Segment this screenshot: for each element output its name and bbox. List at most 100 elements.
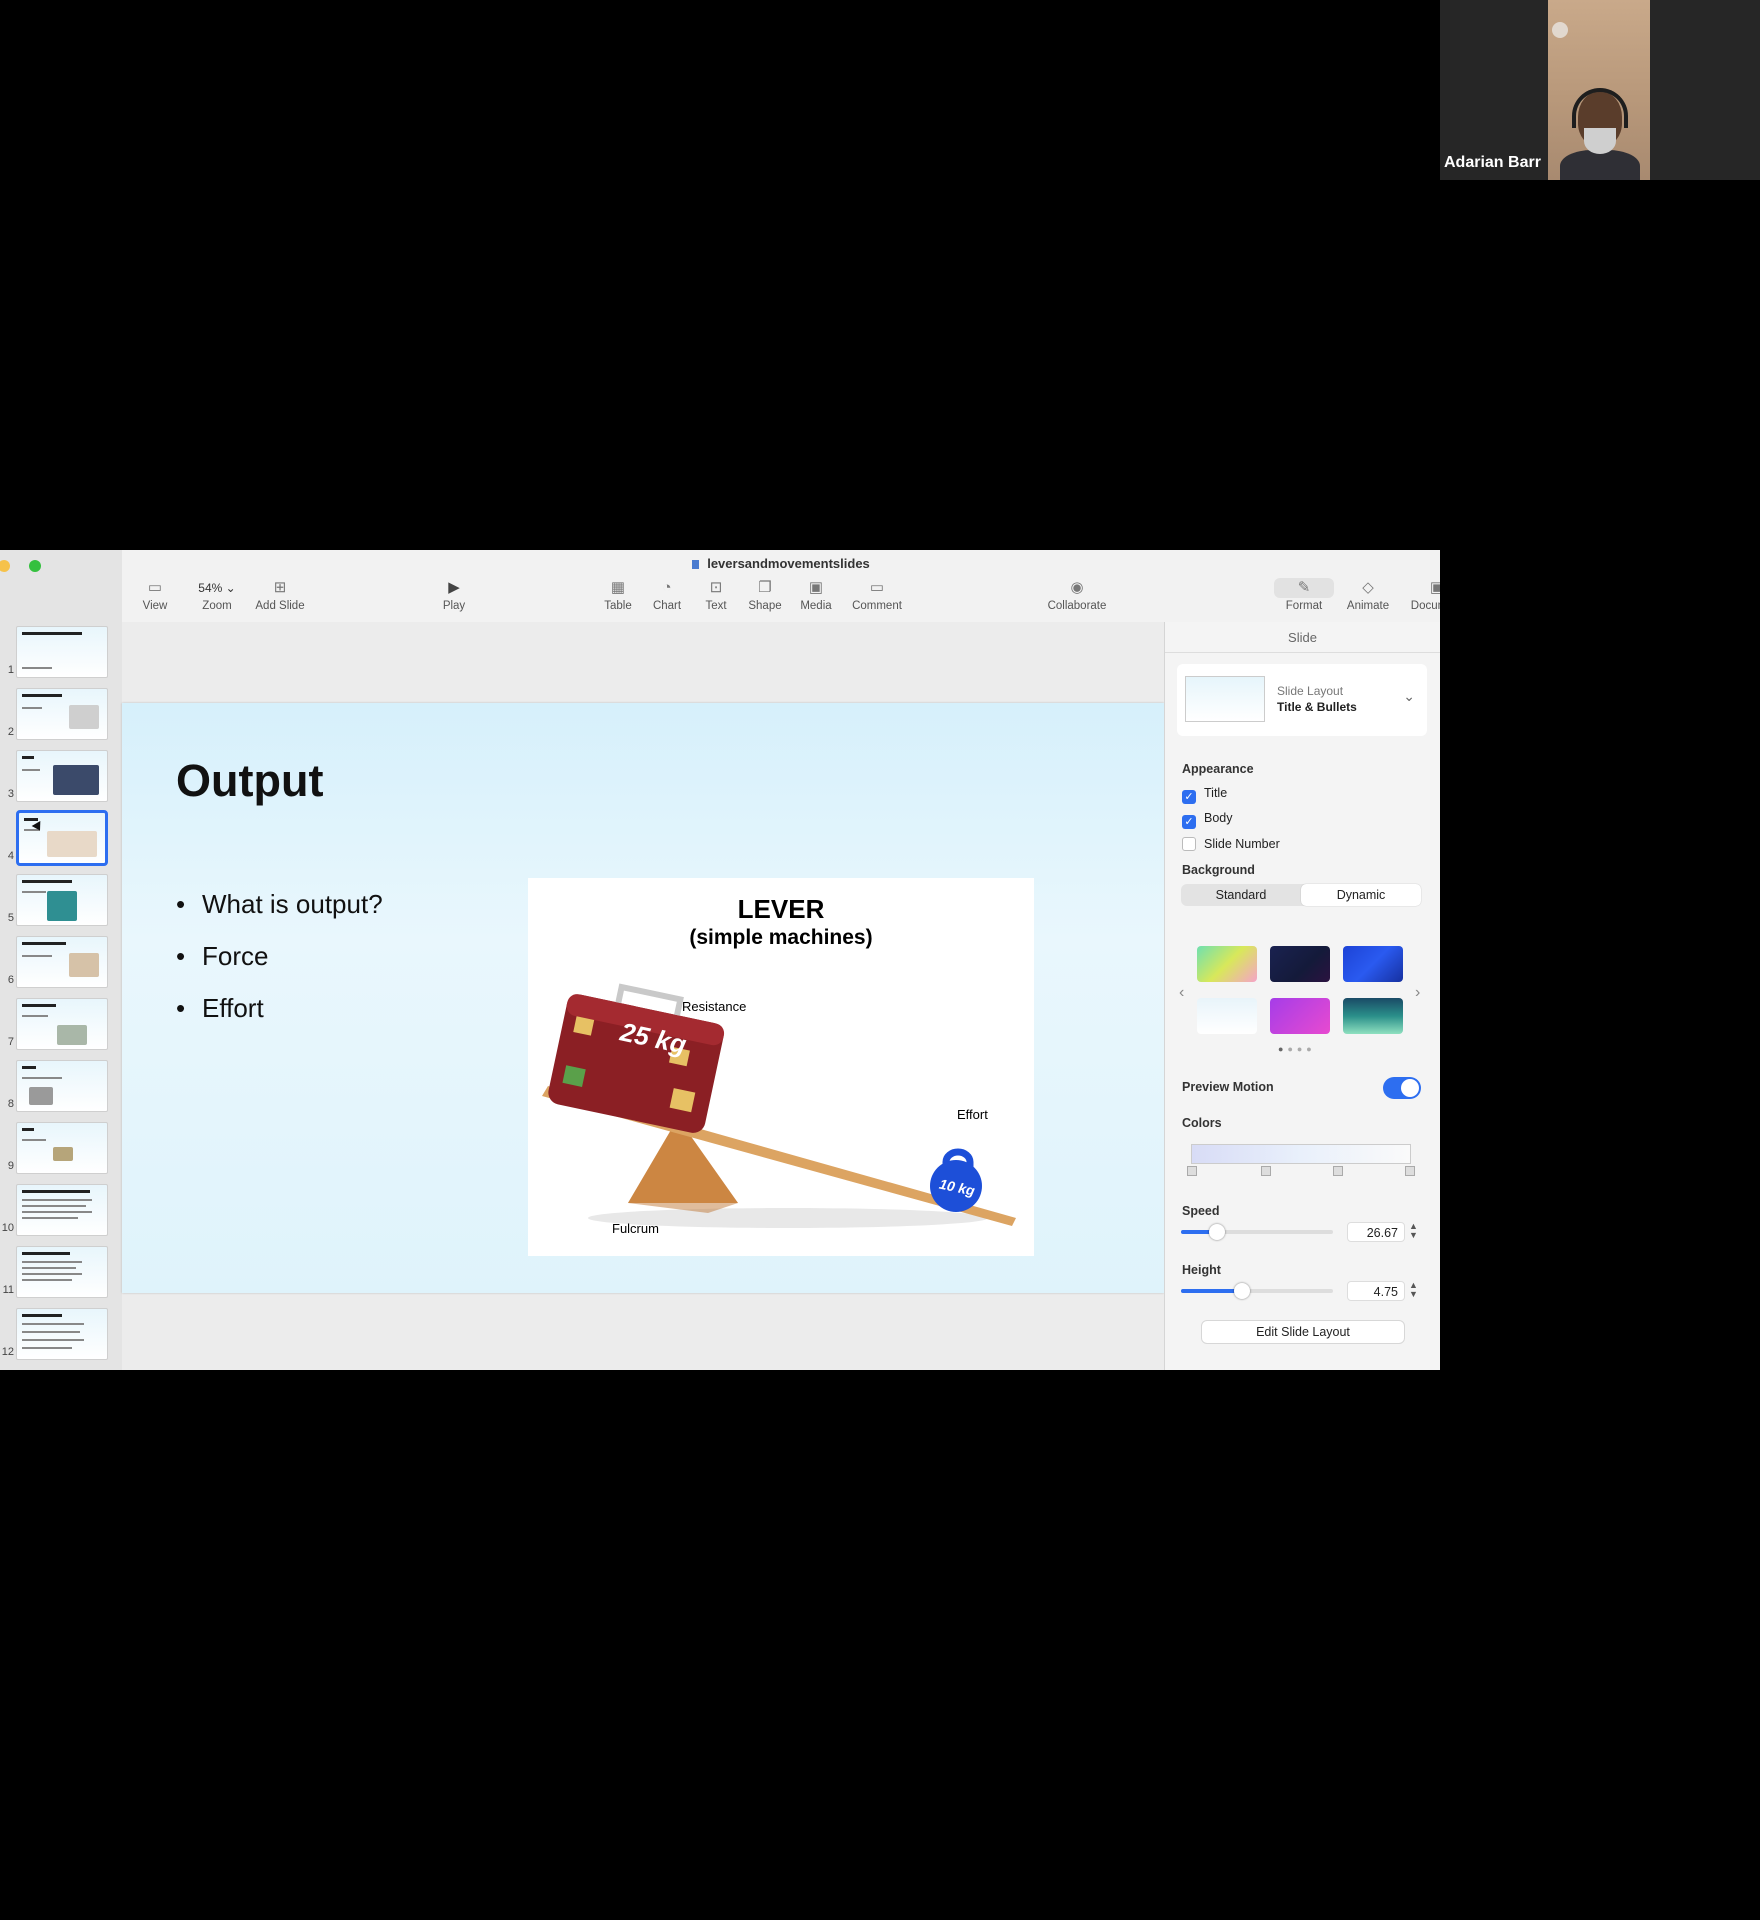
animate-button[interactable]: ◇ Animate (1335, 578, 1401, 612)
paintbrush-icon: ✎ (1274, 578, 1334, 598)
animate-label: Animate (1346, 600, 1390, 612)
slide-thumbnail[interactable] (16, 688, 108, 740)
slide-title[interactable]: Output (176, 755, 323, 807)
text-button[interactable]: ⊡ Text (691, 578, 741, 612)
chevron-right-icon[interactable]: › (1415, 984, 1420, 1002)
slide-thumbnail[interactable] (16, 936, 108, 988)
speed-field[interactable]: 26.67 (1347, 1222, 1405, 1242)
page-dots[interactable]: ●●●● (1278, 1044, 1316, 1054)
plus-square-icon: ⊞ (273, 579, 287, 596)
preview-motion-toggle[interactable] (1383, 1077, 1421, 1099)
chart-label: Chart (652, 600, 682, 612)
height-stepper[interactable]: ▲ ▼ (1409, 1281, 1418, 1299)
bullet-list[interactable]: What is output? Force Effort (176, 878, 383, 1034)
document-label: Document (1410, 600, 1440, 612)
background-mode-control: Standard Dynamic (1181, 884, 1421, 906)
slide[interactable]: Output What is output? Force Effort LEVE… (122, 703, 1164, 1293)
slide-thumbnail[interactable] (16, 1246, 108, 1298)
participant-name: Adarian Barr (1444, 154, 1541, 171)
slide-thumbnail[interactable] (16, 1122, 108, 1174)
background-swatch-4-selected[interactable] (1197, 998, 1257, 1034)
document-button[interactable]: ▣ Document (1402, 578, 1440, 612)
slide-layout-value: Title & Bullets (1277, 700, 1357, 714)
dynamic-background-option[interactable]: Dynamic (1301, 884, 1421, 906)
comment-label: Comment (852, 600, 902, 612)
slide-thumbnail[interactable] (16, 750, 108, 802)
participant-video-tile[interactable]: Adarian Barr (1440, 0, 1760, 180)
window-title-text: leversandmovementslides (707, 556, 870, 571)
gradient-stop[interactable] (1405, 1166, 1415, 1176)
collaborate-button[interactable]: ◉ Collaborate (1037, 578, 1117, 612)
slide-number: 5 (7, 912, 14, 924)
fulcrum-label: Fulcrum (612, 1221, 659, 1236)
shape-icon: ❐ (758, 579, 772, 596)
background-swatch-6[interactable] (1343, 998, 1403, 1034)
preview-motion-label: Preview Motion (1182, 1080, 1274, 1094)
background-swatch-2[interactable] (1270, 946, 1330, 982)
background-swatch-5[interactable] (1270, 998, 1330, 1034)
slide-layout-selector[interactable]: Slide Layout Title & Bullets ⌄ (1177, 664, 1427, 736)
gradient-stop[interactable] (1333, 1166, 1343, 1176)
document-file-icon (692, 560, 700, 569)
speed-slider[interactable] (1181, 1224, 1333, 1240)
image-icon: ▣ (808, 579, 824, 596)
zoom-window-button[interactable] (29, 560, 41, 572)
body-checkbox[interactable]: ✓ Body (1182, 811, 1233, 829)
play-button[interactable]: ▶ Play (421, 578, 487, 612)
participant-body (1560, 150, 1640, 180)
speed-slider-knob[interactable] (1209, 1224, 1226, 1240)
divider (1165, 652, 1440, 653)
slide-number: 11 (2, 1284, 14, 1296)
format-label: Format (1285, 600, 1323, 612)
shape-button[interactable]: ❐ Shape (740, 578, 790, 612)
slide-thumbnail[interactable] (16, 874, 108, 926)
body-checkbox-label: Body (1204, 811, 1233, 825)
height-field[interactable]: 4.75 (1347, 1281, 1405, 1301)
slide-number: 6 (7, 974, 14, 986)
toolbar: leversandmovementslides ▭ View 54% ⌄ Zoom … (122, 550, 1440, 623)
layout-thumbnail (1185, 676, 1265, 722)
standard-background-option[interactable]: Standard (1181, 884, 1301, 906)
empty-checkbox-icon (1182, 837, 1196, 851)
document-icon: ▣ (1429, 579, 1440, 596)
bullet-item: Force (176, 930, 383, 982)
checkmark-icon: ✓ (1182, 790, 1196, 804)
resistance-label: Resistance (682, 999, 746, 1014)
media-button[interactable]: ▣ Media (790, 578, 842, 612)
inspector-tab-slide[interactable]: Slide (1165, 630, 1440, 645)
color-gradient-bar[interactable] (1191, 1144, 1411, 1164)
slide-number-checkbox[interactable]: Slide Number (1182, 837, 1280, 851)
title-checkbox-label: Title (1204, 786, 1228, 800)
media-label: Media (800, 600, 832, 612)
slide-thumbnail[interactable] (16, 626, 108, 678)
slide-number: 3 (7, 788, 14, 800)
slide-thumbnail[interactable] (16, 998, 108, 1050)
diagram-heading: LEVER (738, 894, 825, 924)
format-button[interactable]: ✎ Format (1271, 578, 1337, 612)
height-slider[interactable] (1181, 1283, 1333, 1299)
chevron-left-icon[interactable]: ‹ (1179, 984, 1184, 1002)
play-label: Play (442, 600, 466, 612)
slide-thumbnail-selected[interactable] (16, 810, 108, 866)
background-swatch-1[interactable] (1197, 946, 1257, 982)
height-slider-knob[interactable] (1233, 1283, 1250, 1299)
slide-number: 8 (7, 1098, 14, 1110)
gradient-stop[interactable] (1261, 1166, 1271, 1176)
add-slide-button[interactable]: ⊞ Add Slide (240, 578, 320, 612)
slide-thumbnail[interactable] (16, 1184, 108, 1236)
slide-thumbnail[interactable] (16, 1060, 108, 1112)
appearance-heading: Appearance (1182, 762, 1254, 776)
title-checkbox[interactable]: ✓ Title (1182, 786, 1227, 804)
slide-thumbnail[interactable] (16, 1308, 108, 1360)
table-button[interactable]: ▦ Table (593, 578, 643, 612)
chart-button[interactable]: ◔ Chart (642, 578, 692, 612)
background-swatch-3[interactable] (1343, 946, 1403, 982)
text-label: Text (705, 600, 727, 612)
shape-label: Shape (748, 600, 782, 612)
speed-stepper[interactable]: ▲ ▼ (1409, 1222, 1418, 1240)
edit-slide-layout-button[interactable]: Edit Slide Layout (1201, 1320, 1405, 1344)
comment-button[interactable]: ▭ Comment (844, 578, 910, 612)
lever-diagram-image[interactable]: LEVER (simple machines) 25 kg Resistance… (528, 878, 1034, 1256)
gradient-stop[interactable] (1187, 1166, 1197, 1176)
colors-heading: Colors (1182, 1116, 1222, 1130)
